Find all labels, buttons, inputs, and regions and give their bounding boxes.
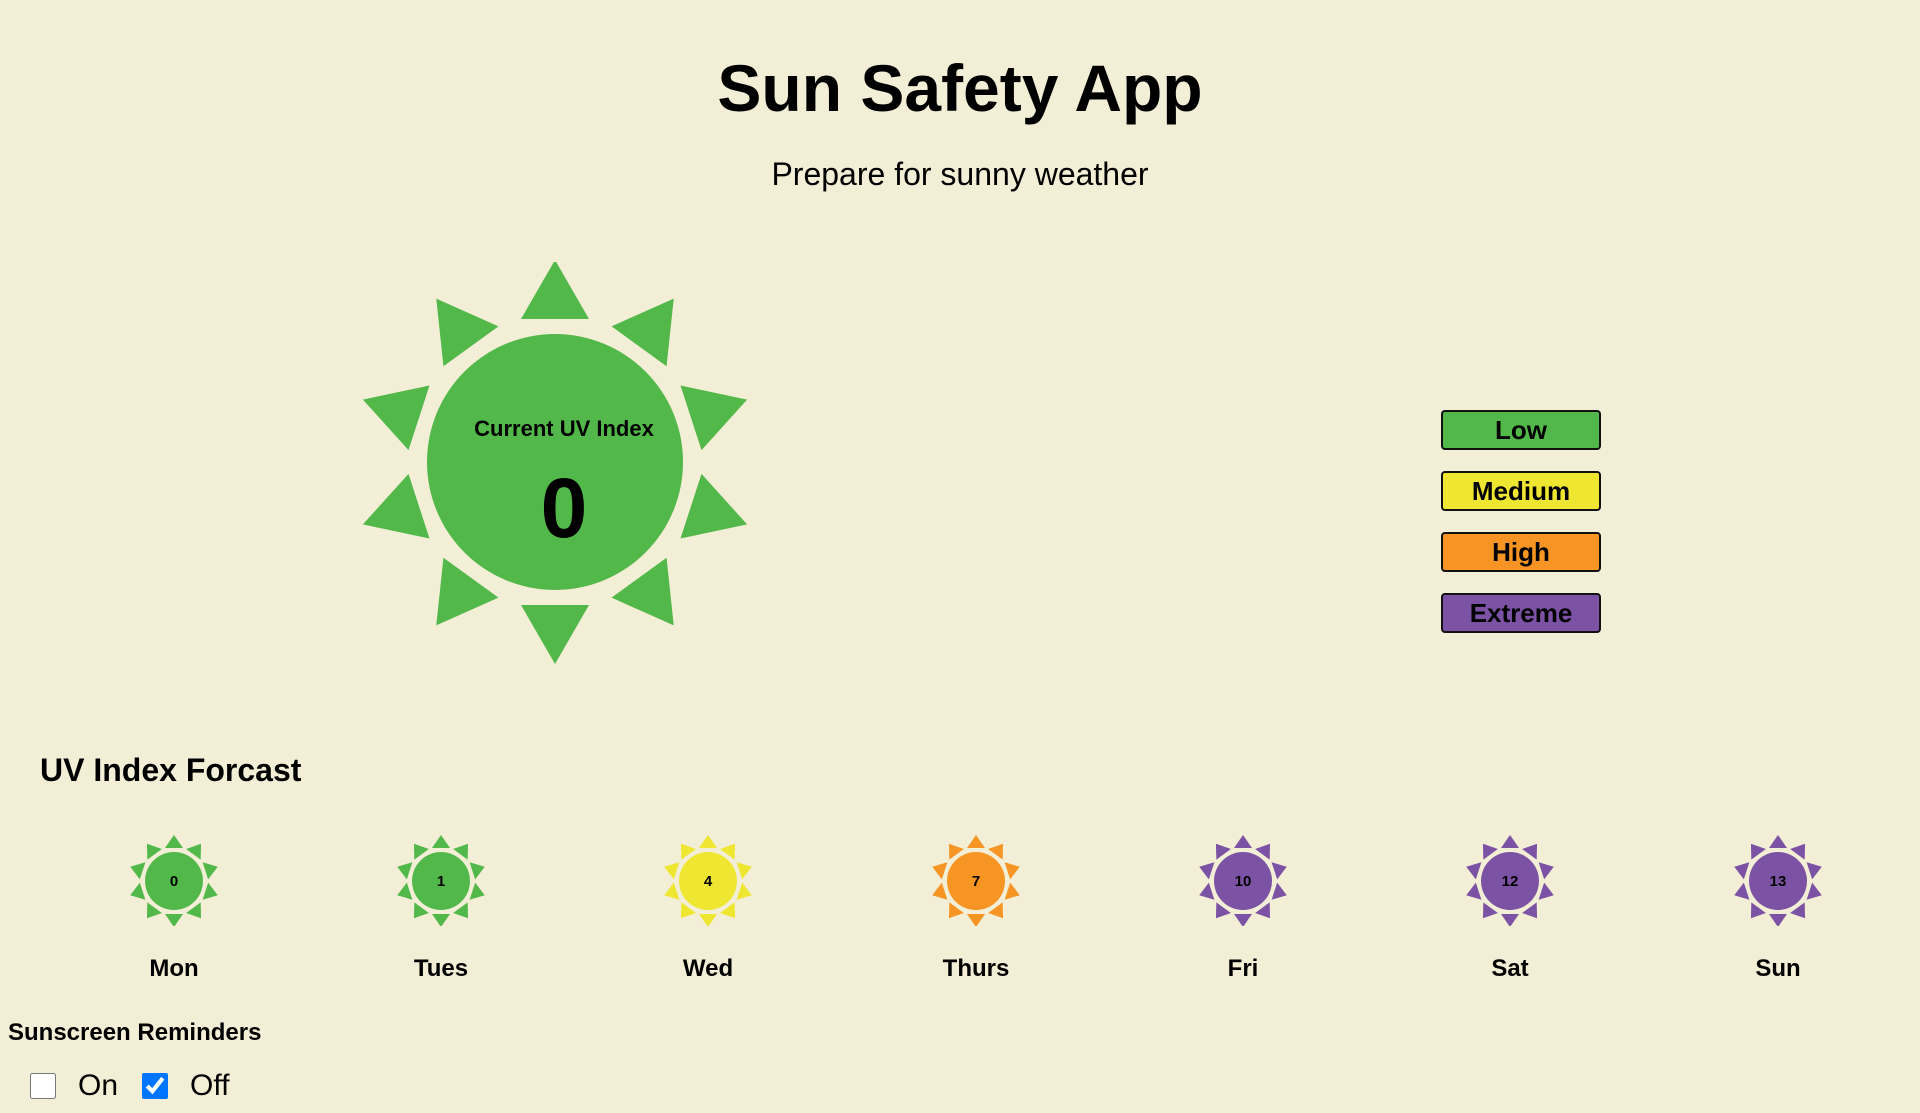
reminder-on-label: On xyxy=(78,1069,119,1102)
forecast-day-name: Tues xyxy=(413,955,469,982)
forecast-day-tues: 1 Tues xyxy=(341,826,541,986)
forecast-uv-value: 13 xyxy=(1769,873,1787,890)
sun-ray xyxy=(432,914,450,926)
reminder-on-checkbox[interactable] xyxy=(30,1073,56,1099)
current-uv-sun: Current UV Index 0 xyxy=(355,262,755,664)
forecast-uv-value: 0 xyxy=(169,873,179,890)
reminders-title: Sunscreen Reminders xyxy=(8,1019,262,1046)
uv-legend: Low Medium High Extreme xyxy=(1441,410,1601,654)
app-subtitle: Prepare for sunny weather xyxy=(771,156,1149,192)
forecast-uv-value: 10 xyxy=(1234,873,1252,890)
sun-ray xyxy=(1769,914,1787,926)
legend-medium: Medium xyxy=(1441,471,1601,511)
sun-ray xyxy=(432,835,450,848)
sun-ray xyxy=(1501,914,1519,926)
forecast-day-sat: 12 Sat xyxy=(1410,826,1610,986)
sun-ray xyxy=(165,835,183,848)
forecast-day-mon: 0 Mon xyxy=(74,826,274,986)
sun-ray xyxy=(699,914,717,926)
sun-ray xyxy=(1769,835,1787,848)
forecast-day-sun: 13 Sun xyxy=(1678,826,1878,986)
forecast-uv-value: 7 xyxy=(971,873,981,890)
sun-ray xyxy=(967,835,985,848)
sun-ray xyxy=(967,914,985,926)
sun-ray xyxy=(521,605,589,664)
current-uv-value: 0 xyxy=(540,461,588,555)
forecast-day-name: Mon xyxy=(149,955,199,982)
forecast-day-fri: 10 Fri xyxy=(1143,826,1343,986)
forecast-title: UV Index Forcast xyxy=(40,752,302,788)
sun-ray xyxy=(521,262,589,319)
forecast-uv-value: 4 xyxy=(703,873,713,890)
forecast-day-name: Sun xyxy=(1755,955,1801,982)
reminder-off-label: Off xyxy=(190,1069,230,1102)
page: Sun Safety App Prepare for sunny weather… xyxy=(0,0,1920,1113)
sun-ray xyxy=(1234,914,1252,926)
sun-ray xyxy=(1501,835,1519,848)
forecast-day-name: Wed xyxy=(682,955,734,982)
app-title: Sun Safety App xyxy=(717,51,1203,125)
legend-extreme: Extreme xyxy=(1441,593,1601,633)
legend-low: Low xyxy=(1441,410,1601,450)
forecast-day-name: Sat xyxy=(1491,955,1529,982)
sun-ray xyxy=(165,914,183,926)
forecast-day-name: Thurs xyxy=(942,955,1010,982)
forecast-day-name: Fri xyxy=(1227,955,1259,982)
forecast-uv-value: 12 xyxy=(1501,873,1519,890)
legend-high: High xyxy=(1441,532,1601,572)
forecast-day-wed: 4 Wed xyxy=(608,826,808,986)
reminders-options: On Off xyxy=(28,1066,252,1106)
sun-ray xyxy=(1234,835,1252,848)
current-uv-label: Current UV Index xyxy=(474,416,654,441)
sun-ray xyxy=(699,835,717,848)
forecast-row: 0 Mon 1 Tues 4 Wed 7 Thurs 10 Fri 12 Sat xyxy=(0,826,1920,986)
forecast-day-thurs: 7 Thurs xyxy=(876,826,1076,986)
reminder-off-checkbox[interactable] xyxy=(142,1073,169,1099)
forecast-uv-value: 1 xyxy=(436,873,446,890)
